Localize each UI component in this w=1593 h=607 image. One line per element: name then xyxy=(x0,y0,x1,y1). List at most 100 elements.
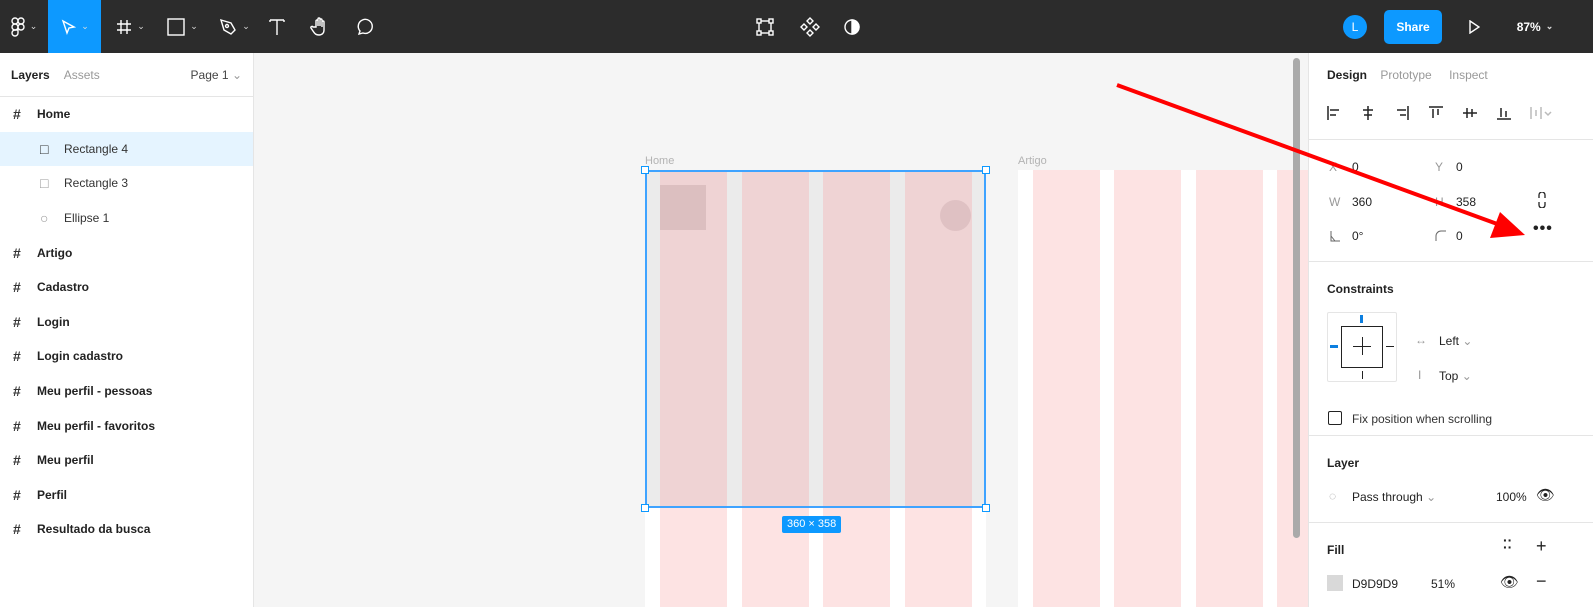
layer-item[interactable]: # Meu perfil xyxy=(0,443,253,478)
fill-swatch[interactable] xyxy=(1327,575,1343,591)
horizontal-constraint-select[interactable]: Left ⌄ xyxy=(1439,334,1472,348)
vertical-scrollbar[interactable] xyxy=(1293,58,1300,538)
frame-tool[interactable]: ⌄ xyxy=(108,0,153,53)
share-label: Share xyxy=(1384,9,1442,44)
layer-item[interactable]: # Login cadastro xyxy=(0,339,253,374)
page-selector[interactable]: Page 1 ⌄ xyxy=(191,68,242,82)
page-label: Page 1 xyxy=(190,67,229,82)
resize-handle[interactable] xyxy=(982,166,990,174)
frame-icon: # xyxy=(13,313,21,330)
fill-hex-input[interactable]: D9D9D9 xyxy=(1352,577,1398,591)
fill-eye-icon[interactable]: 👁 xyxy=(1500,573,1519,591)
vertical-constraint-icon: I xyxy=(1418,368,1422,382)
resize-handle[interactable] xyxy=(641,166,649,174)
corner-radius-icon xyxy=(1435,230,1446,241)
tab-prototype[interactable]: Prototype xyxy=(1380,68,1431,82)
layer-label: Ellipse 1 xyxy=(64,211,110,226)
layer-label: Rectangle 4 xyxy=(64,141,129,156)
remove-fill-icon[interactable]: − xyxy=(1536,571,1547,592)
zoom-menu[interactable]: 87% ⌄ xyxy=(1505,0,1565,53)
hand-tool[interactable] xyxy=(305,0,335,53)
create-component-button[interactable] xyxy=(795,0,825,53)
x-label: X xyxy=(1329,160,1338,174)
layer-item[interactable]: # Meu perfil - favoritos xyxy=(0,408,253,443)
constraints-widget[interactable] xyxy=(1327,312,1397,382)
blend-mode-select[interactable]: Pass through ⌄ xyxy=(1352,490,1436,504)
layer-item[interactable]: # Login xyxy=(0,305,253,340)
layer-item[interactable]: # Artigo xyxy=(0,235,253,270)
y-label: Y xyxy=(1435,160,1444,174)
layout-grid-column xyxy=(1196,170,1263,607)
layer-label: Cadastro xyxy=(37,280,90,295)
align-left-icon[interactable] xyxy=(1326,105,1342,121)
pen-tool[interactable]: ⌄ xyxy=(212,0,257,53)
layer-item[interactable]: ○ Ellipse 1 xyxy=(0,201,253,236)
layer-item[interactable]: □ Rectangle 3 xyxy=(0,166,253,201)
shape-tool[interactable]: ⌄ xyxy=(160,0,205,53)
layer-item[interactable]: # Meu perfil - pessoas xyxy=(0,374,253,409)
align-horizontal-center-icon[interactable] xyxy=(1360,105,1376,121)
rectangle-icon xyxy=(167,17,185,36)
y-input[interactable]: 0 xyxy=(1456,160,1463,174)
move-tool[interactable]: ⌄ xyxy=(48,0,101,53)
layer-item[interactable]: # Resultado da busca xyxy=(0,512,253,547)
width-input[interactable]: 360 xyxy=(1352,195,1372,209)
fill-opacity-input[interactable]: 51% xyxy=(1431,577,1455,591)
chevron-down-icon: ⌄ xyxy=(231,67,242,82)
mask-button[interactable] xyxy=(837,0,867,53)
layer-item[interactable]: # Cadastro xyxy=(0,270,253,305)
tab-design[interactable]: Design xyxy=(1327,68,1367,82)
canvas[interactable]: Home Artigo 360 × 358 xyxy=(255,53,1308,607)
w-label: W xyxy=(1329,195,1341,209)
layer-opacity-input[interactable]: 100% xyxy=(1496,490,1527,504)
layer-label: Rectangle 3 xyxy=(64,176,129,191)
frame-icon: # xyxy=(13,417,21,434)
more-options-icon[interactable]: ••• xyxy=(1533,220,1553,238)
align-top-icon[interactable] xyxy=(1428,105,1444,121)
layer-item[interactable]: □ Rectangle 4 xyxy=(0,131,253,167)
rect-icon: □ xyxy=(40,175,49,192)
text-icon xyxy=(269,18,285,35)
add-fill-icon[interactable]: + xyxy=(1536,536,1547,557)
edit-object-button[interactable] xyxy=(750,0,780,53)
rotation-input[interactable]: 0° xyxy=(1352,229,1363,243)
tab-inspect[interactable]: Inspect xyxy=(1449,68,1488,82)
vertical-constraint-select[interactable]: Top ⌄ xyxy=(1439,369,1472,383)
cursor-icon xyxy=(61,19,77,35)
layer-item[interactable]: # Perfil xyxy=(0,478,253,513)
eye-icon[interactable]: 👁 xyxy=(1536,486,1555,504)
align-right-icon[interactable] xyxy=(1394,105,1410,121)
layout-grid-column xyxy=(1114,170,1181,607)
size-badge: 360 × 358 xyxy=(782,516,842,533)
share-button[interactable]: Share xyxy=(1384,0,1442,53)
x-input[interactable]: 0 xyxy=(1352,160,1359,174)
styles-icon[interactable]: ·· ·· xyxy=(1503,533,1512,554)
constraints-title: Constraints xyxy=(1327,282,1394,296)
comment-tool[interactable] xyxy=(350,0,380,53)
frame-icon: # xyxy=(13,106,21,123)
horizontal-value: Left xyxy=(1439,334,1460,348)
frame-label-artigo[interactable]: Artigo xyxy=(1018,155,1047,167)
constrain-proportions-icon[interactable] xyxy=(1537,192,1547,208)
tab-assets[interactable]: Assets xyxy=(64,68,100,82)
present-button[interactable] xyxy=(1462,0,1486,53)
resize-handle[interactable] xyxy=(641,504,649,512)
tab-layers[interactable]: Layers xyxy=(11,68,50,82)
frame-label-home[interactable]: Home xyxy=(645,155,674,167)
align-toolbar xyxy=(1326,105,1554,121)
main-menu-button[interactable]: ⌄ xyxy=(0,0,48,53)
distribute-icon[interactable] xyxy=(1530,105,1554,121)
text-tool[interactable] xyxy=(262,0,292,53)
resize-handle[interactable] xyxy=(982,504,990,512)
avatar[interactable]: L xyxy=(1342,0,1368,53)
layout-grid-column xyxy=(1033,170,1100,607)
radius-input[interactable]: 0 xyxy=(1456,229,1463,243)
align-bottom-icon[interactable] xyxy=(1496,105,1512,121)
frame-icon xyxy=(117,19,132,34)
layer-item[interactable]: # Home xyxy=(0,97,253,132)
fix-position-checkbox[interactable] xyxy=(1328,411,1342,425)
height-input[interactable]: 358 xyxy=(1456,195,1476,209)
frame-icon: # xyxy=(13,383,21,400)
toolbar: ⌄ ⌄ ⌄ ⌄ ⌄ L Share 87% ⌄ xyxy=(0,0,1593,53)
align-vertical-center-icon[interactable] xyxy=(1462,105,1478,121)
